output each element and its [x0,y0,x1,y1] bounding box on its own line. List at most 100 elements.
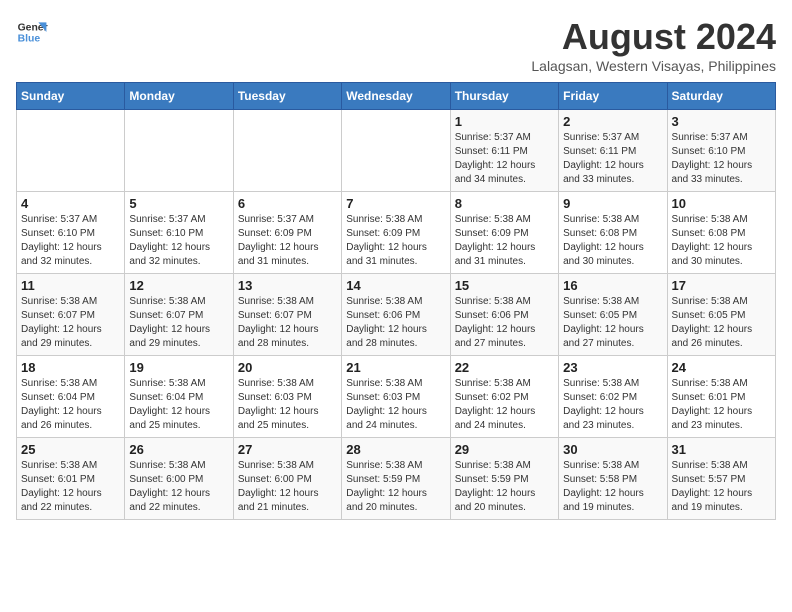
calendar-cell: 4 Sunrise: 5:37 AM Sunset: 6:10 PM Daylig… [17,192,125,274]
calendar-table: SundayMondayTuesdayWednesdayThursdayFrid… [16,82,776,520]
calendar-cell: 10 Sunrise: 5:38 AM Sunset: 6:08 PM Dayli… [667,192,775,274]
week-row-2: 4 Sunrise: 5:37 AM Sunset: 6:10 PM Daylig… [17,192,776,274]
calendar-cell: 12 Sunrise: 5:38 AM Sunset: 6:07 PM Dayli… [125,274,233,356]
day-number: 1 [455,114,554,129]
day-info: Sunrise: 5:38 AM Sunset: 6:09 PM Dayligh… [346,213,445,269]
calendar-cell [125,110,233,192]
day-info: Sunrise: 5:38 AM Sunset: 6:07 PM Dayligh… [129,295,228,351]
day-number: 7 [346,196,445,211]
day-number: 5 [129,196,228,211]
day-number: 26 [129,442,228,457]
day-info: Sunrise: 5:38 AM Sunset: 6:07 PM Dayligh… [238,295,337,351]
day-header-saturday: Saturday [667,83,775,110]
day-header-monday: Monday [125,83,233,110]
calendar-cell: 25Sunrise: 5:38 AM Sunset: 6:01 PM Dayli… [17,438,125,520]
calendar-cell: 28 Sunrise: 5:38 AM Sunset: 5:59 PM Dayli… [342,438,450,520]
day-info: Sunrise: 5:38 AM Sunset: 6:06 PM Dayligh… [346,295,445,351]
calendar-cell: 11 Sunrise: 5:38 AM Sunset: 6:07 PM Dayli… [17,274,125,356]
svg-text:Blue: Blue [18,34,41,45]
day-info: Sunrise: 5:38 AM Sunset: 6:09 PM Dayligh… [455,213,554,269]
day-info: Sunrise: 5:38 AM Sunset: 6:06 PM Dayligh… [455,295,554,351]
day-header-wednesday: Wednesday [342,83,450,110]
day-number: 16 [563,278,662,293]
day-info: Sunrise: 5:38 AM Sunset: 6:04 PM Dayligh… [21,377,120,433]
calendar-cell: 2 Sunrise: 5:37 AM Sunset: 6:11 PM Daylig… [559,110,667,192]
week-row-4: 18 Sunrise: 5:38 AM Sunset: 6:04 PM Dayli… [17,356,776,438]
day-info: Sunrise: 5:37 AM Sunset: 6:11 PM Dayligh… [563,131,662,187]
calendar-cell: 18 Sunrise: 5:38 AM Sunset: 6:04 PM Dayli… [17,356,125,438]
calendar-cell: 30Sunrise: 5:38 AM Sunset: 5:58 PM Dayli… [559,438,667,520]
day-info: Sunrise: 5:38 AM Sunset: 6:05 PM Dayligh… [563,295,662,351]
day-number: 31 [672,442,771,457]
week-row-5: 25Sunrise: 5:38 AM Sunset: 6:01 PM Dayli… [17,438,776,520]
day-number: 27 [238,442,337,457]
day-number: 18 [21,360,120,375]
day-number: 11 [21,278,120,293]
day-info: Sunrise: 5:38 AM Sunset: 5:57 PM Dayligh… [672,459,771,515]
day-info: Sunrise: 5:38 AM Sunset: 6:03 PM Dayligh… [238,377,337,433]
day-number: 21 [346,360,445,375]
day-info: Sunrise: 5:38 AM Sunset: 6:00 PM Dayligh… [238,459,337,515]
calendar-body: 1 Sunrise: 5:37 AM Sunset: 6:11 PM Daylig… [17,110,776,520]
calendar-cell: 3Sunrise: 5:37 AM Sunset: 6:10 PM Daylig… [667,110,775,192]
day-info: Sunrise: 5:38 AM Sunset: 6:08 PM Dayligh… [563,213,662,269]
day-info: Sunrise: 5:38 AM Sunset: 6:07 PM Dayligh… [21,295,120,351]
week-row-3: 11 Sunrise: 5:38 AM Sunset: 6:07 PM Dayli… [17,274,776,356]
calendar-cell: 5 Sunrise: 5:37 AM Sunset: 6:10 PM Daylig… [125,192,233,274]
day-info: Sunrise: 5:38 AM Sunset: 6:03 PM Dayligh… [346,377,445,433]
calendar-cell: 17 Sunrise: 5:38 AM Sunset: 6:05 PM Dayli… [667,274,775,356]
calendar-cell: 31 Sunrise: 5:38 AM Sunset: 5:57 PM Dayli… [667,438,775,520]
day-info: Sunrise: 5:38 AM Sunset: 6:04 PM Dayligh… [129,377,228,433]
day-number: 24 [672,360,771,375]
day-number: 19 [129,360,228,375]
day-info: Sunrise: 5:37 AM Sunset: 6:10 PM Dayligh… [21,213,120,269]
calendar-header-row: SundayMondayTuesdayWednesdayThursdayFrid… [17,83,776,110]
day-info: Sunrise: 5:38 AM Sunset: 6:00 PM Dayligh… [129,459,228,515]
day-info: Sunrise: 5:38 AM Sunset: 6:08 PM Dayligh… [672,213,771,269]
week-row-1: 1 Sunrise: 5:37 AM Sunset: 6:11 PM Daylig… [17,110,776,192]
day-number: 22 [455,360,554,375]
day-info: Sunrise: 5:38 AM Sunset: 6:02 PM Dayligh… [563,377,662,433]
calendar-cell: 15 Sunrise: 5:38 AM Sunset: 6:06 PM Dayli… [450,274,558,356]
day-header-thursday: Thursday [450,83,558,110]
day-number: 14 [346,278,445,293]
day-number: 23 [563,360,662,375]
day-info: Sunrise: 5:37 AM Sunset: 6:10 PM Dayligh… [129,213,228,269]
day-number: 28 [346,442,445,457]
day-number: 6 [238,196,337,211]
calendar-cell: 20 Sunrise: 5:38 AM Sunset: 6:03 PM Dayli… [233,356,341,438]
day-number: 15 [455,278,554,293]
day-number: 13 [238,278,337,293]
calendar-cell: 13 Sunrise: 5:38 AM Sunset: 6:07 PM Dayli… [233,274,341,356]
day-number: 2 [563,114,662,129]
calendar-cell: 14 Sunrise: 5:38 AM Sunset: 6:06 PM Dayli… [342,274,450,356]
day-info: Sunrise: 5:38 AM Sunset: 5:59 PM Dayligh… [455,459,554,515]
day-number: 8 [455,196,554,211]
title-block: August 2024 Lalagsan, Western Visayas, P… [531,16,776,74]
day-number: 10 [672,196,771,211]
day-header-friday: Friday [559,83,667,110]
calendar-cell [17,110,125,192]
calendar-cell: 22 Sunrise: 5:38 AM Sunset: 6:02 PM Dayli… [450,356,558,438]
calendar-cell: 24Sunrise: 5:38 AM Sunset: 6:01 PM Dayli… [667,356,775,438]
day-number: 17 [672,278,771,293]
day-info: Sunrise: 5:37 AM Sunset: 6:10 PM Dayligh… [672,131,771,187]
day-header-sunday: Sunday [17,83,125,110]
day-number: 20 [238,360,337,375]
day-info: Sunrise: 5:38 AM Sunset: 6:02 PM Dayligh… [455,377,554,433]
calendar-cell: 1 Sunrise: 5:37 AM Sunset: 6:11 PM Daylig… [450,110,558,192]
day-number: 9 [563,196,662,211]
calendar-cell [342,110,450,192]
logo: General Blue [16,16,48,48]
day-info: Sunrise: 5:37 AM Sunset: 6:11 PM Dayligh… [455,131,554,187]
day-number: 12 [129,278,228,293]
calendar-cell: 7 Sunrise: 5:38 AM Sunset: 6:09 PM Daylig… [342,192,450,274]
calendar-cell: 27 Sunrise: 5:38 AM Sunset: 6:00 PM Dayli… [233,438,341,520]
day-info: Sunrise: 5:38 AM Sunset: 6:05 PM Dayligh… [672,295,771,351]
day-number: 4 [21,196,120,211]
day-number: 30 [563,442,662,457]
day-info: Sunrise: 5:38 AM Sunset: 5:59 PM Dayligh… [346,459,445,515]
calendar-cell: 23 Sunrise: 5:38 AM Sunset: 6:02 PM Dayli… [559,356,667,438]
calendar-cell: 8 Sunrise: 5:38 AM Sunset: 6:09 PM Daylig… [450,192,558,274]
calendar-cell: 29Sunrise: 5:38 AM Sunset: 5:59 PM Dayli… [450,438,558,520]
